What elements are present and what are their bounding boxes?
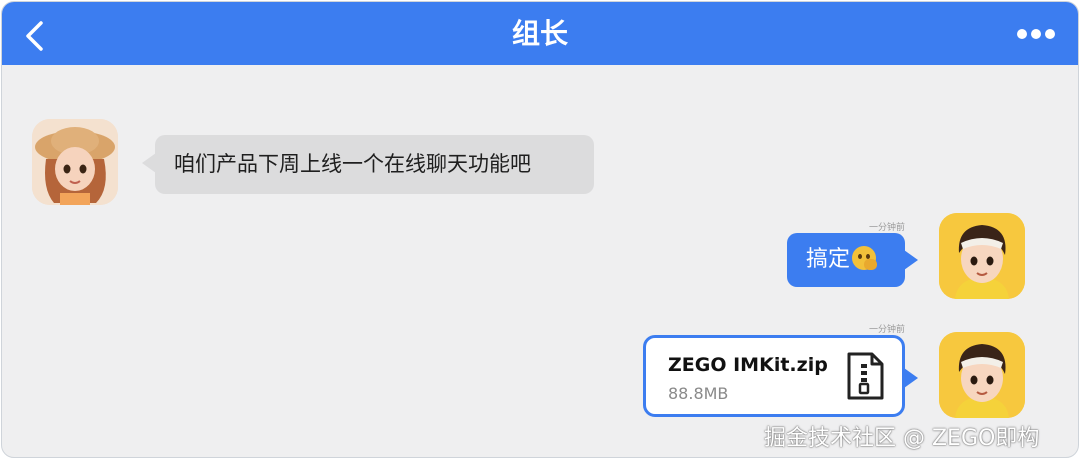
girl-avatar[interactable] bbox=[32, 119, 118, 205]
incoming-message-bubble[interactable]: 咱们产品下周上线一个在线聊天功能吧 bbox=[155, 135, 594, 194]
file-size: 88.8MB bbox=[668, 384, 729, 403]
message-tail bbox=[904, 250, 918, 270]
message-text: 咱们产品下周上线一个在线聊天功能吧 bbox=[174, 152, 531, 176]
file-name: ZEGO IMKit.zip bbox=[668, 354, 828, 376]
chat-header: 组长 bbox=[2, 2, 1078, 65]
zip-file-icon bbox=[847, 352, 884, 400]
message-tail bbox=[142, 153, 156, 173]
outgoing-message-bubble[interactable]: 搞定 bbox=[787, 233, 905, 287]
watermark: 掘金技术社区 @ ZEGO即构 bbox=[764, 426, 1040, 451]
boy-avatar[interactable] bbox=[939, 213, 1025, 299]
boy-avatar[interactable] bbox=[939, 332, 1025, 418]
message-tail bbox=[904, 368, 918, 388]
message-text: 搞定 bbox=[806, 247, 851, 272]
chat-window: 组长 咱们产品下周上线一个在线聊天功能吧 一分钟前 搞定 一分钟前 ZEGO I… bbox=[1, 1, 1079, 458]
chat-title: 组长 bbox=[511, 17, 568, 50]
more-dots-icon[interactable] bbox=[1016, 28, 1056, 40]
message-timestamp: 一分钟前 bbox=[868, 223, 905, 233]
file-message-card[interactable]: ZEGO IMKit.zip 88.8MB bbox=[643, 335, 905, 417]
thinking-face-emoji bbox=[852, 246, 878, 270]
message-timestamp: 一分钟前 bbox=[868, 325, 905, 335]
